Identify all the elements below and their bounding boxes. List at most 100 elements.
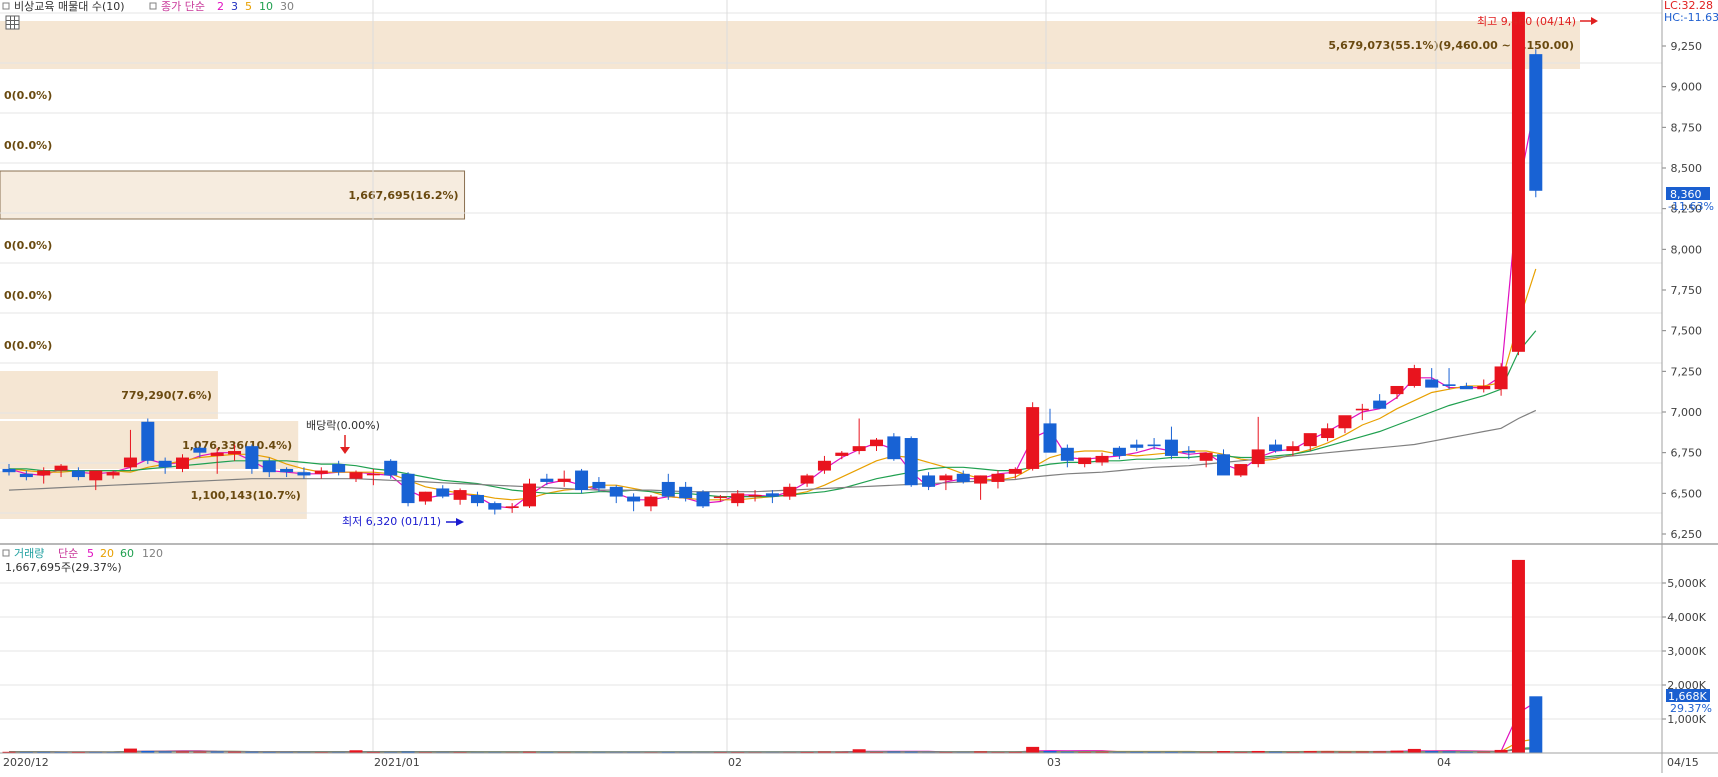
volume-bar (1026, 746, 1040, 753)
candle-body (71, 470, 85, 478)
candle-body (228, 451, 242, 455)
ma-label[interactable]: 종가 단순 (161, 0, 205, 13)
candle-body (297, 472, 311, 476)
candle-body (1459, 385, 1473, 390)
volume-ma-period-20: 20 (100, 547, 114, 560)
high-label: 최고 9,460 (04/14) (1477, 15, 1576, 28)
candle-body (835, 452, 849, 456)
volume-profile-label: 0(0.0%) (4, 339, 52, 352)
candle-body (332, 464, 346, 473)
candle-body (1182, 451, 1196, 453)
candle-body (54, 465, 68, 471)
ma-period-10: 10 (259, 0, 273, 13)
candle-body (505, 506, 519, 508)
candle-body (1529, 54, 1543, 191)
volume-ma-line-20 (8, 738, 1536, 753)
candle-body (939, 475, 953, 481)
candle-body (436, 488, 450, 497)
candle-body (1477, 385, 1491, 390)
candle-body (1407, 368, 1421, 386)
volume-profile-label: 0(0.0%) (4, 239, 52, 252)
candle-body (1511, 11, 1525, 352)
price-axis-label: 7,750 (1671, 284, 1703, 297)
header-legend: 비상교육 매물대 수(10) 종가 단순 2 3 5 10 30 (2, 0, 294, 13)
volume-title[interactable]: 거래량 (14, 547, 44, 560)
candle-body (1286, 446, 1300, 452)
price-axis-label: 9,250 (1671, 40, 1703, 53)
volume-bar (123, 748, 137, 753)
price-axis-label: 7,000 (1671, 406, 1703, 419)
volume-bar (1529, 696, 1543, 753)
volume-tag-pct: 29.37% (1670, 702, 1712, 715)
candle-body (280, 468, 294, 473)
candle-body (1147, 444, 1161, 447)
volume-ma-line-5 (8, 701, 1537, 753)
volume-profile-label: 1,100,143(10.7%) (191, 489, 301, 502)
study-menu-label[interactable]: 비상교육 매물대 수(10) (14, 0, 125, 13)
dividend-annotation: 배당락(0.00%) (306, 419, 380, 454)
candle-body (713, 496, 727, 499)
candle-body (89, 470, 103, 481)
candle-body (696, 491, 710, 507)
volume-ma-label[interactable]: 단순 (58, 547, 78, 560)
candle-body (1390, 385, 1404, 395)
candle-body (765, 493, 779, 497)
candle-body (1373, 400, 1387, 409)
price-axis-label: 6,750 (1671, 447, 1703, 460)
price-tag: 8,360 -11.63% (1666, 187, 1714, 213)
candle-body (523, 483, 536, 507)
dividend-label: 배당락(0.00%) (306, 419, 380, 432)
candle-body (1026, 407, 1040, 469)
volume-profile: 5,679,073(55.1%)(9,460.00 ~ 9,150.00) 0(0… (0, 21, 1580, 519)
candle-body (679, 486, 693, 499)
candle-body (488, 503, 502, 510)
candle-body (974, 475, 988, 484)
candle-body (1060, 447, 1074, 461)
price-axis-label: 7,250 (1671, 365, 1703, 378)
candle-body (1199, 452, 1213, 461)
price-axis-label: 6,250 (1671, 528, 1703, 541)
dividend-arrow-icon (340, 447, 350, 454)
candle-body (1338, 415, 1352, 429)
candle-body (1078, 457, 1092, 465)
volume-axis-label: 4,000K (1667, 611, 1706, 624)
volume-bar (852, 749, 866, 753)
candle-body (1355, 408, 1369, 411)
candle-body (1251, 449, 1265, 465)
volume-tag: 1,668K 29.37% (1666, 689, 1712, 715)
candle-body (540, 478, 554, 482)
volume-ma-lines (8, 701, 1537, 753)
volume-bar (1511, 559, 1525, 753)
candle-body (123, 457, 137, 468)
candle-body (453, 490, 467, 500)
candle-body (644, 496, 658, 507)
volume-info: 1,667,695주(29.37%) (5, 561, 122, 574)
ma-square-icon (149, 2, 157, 10)
candle-body (176, 457, 189, 469)
candle-body (1321, 428, 1335, 439)
volume-axis-label: 5,000K (1667, 577, 1706, 590)
candle-body (922, 475, 936, 487)
candle-body (904, 438, 918, 486)
x-axis-label: 04/15 (1667, 756, 1699, 769)
candle-body (800, 475, 814, 484)
candle-body (627, 496, 641, 502)
ma-period-5: 5 (245, 0, 252, 13)
hc-indicator: HC:-11.63 (1664, 11, 1718, 24)
low-annotation: 최저 6,320 (01/11) (342, 515, 464, 528)
candle-body (1008, 468, 1022, 474)
price-axis-label: 7,500 (1671, 325, 1703, 338)
volume-profile-label: 1,667,695(16.2%) (348, 189, 458, 202)
price-axis-label: 8,000 (1671, 243, 1703, 256)
price-axis-label: 6,500 (1671, 487, 1703, 500)
high-arrow-icon (1591, 17, 1598, 25)
candle-body (349, 472, 363, 479)
volume-profile-label: 5,679,073(55.1%)(9,460.00 ~ 9,150.00) (1328, 39, 1574, 52)
candle-body (731, 493, 745, 504)
price-axis-label: 8,750 (1671, 121, 1703, 134)
volume-axis-label: 3,000K (1667, 645, 1706, 658)
low-arrow-icon (456, 518, 464, 526)
table-toggle-icon[interactable] (5, 15, 20, 30)
candle-body (141, 421, 155, 461)
candle-body (1303, 433, 1317, 447)
